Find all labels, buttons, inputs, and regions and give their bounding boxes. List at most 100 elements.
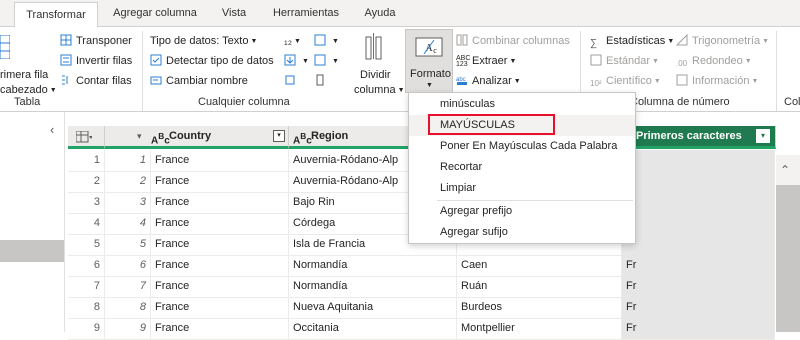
tab-ayuda[interactable]: Ayuda [358, 0, 402, 26]
country-cell[interactable]: France [151, 150, 289, 171]
row-index[interactable]: 5 [68, 234, 105, 255]
country-cell[interactable]: France [151, 255, 289, 276]
menu-item-agregar-prefijo[interactable]: Agregar prefijo [409, 201, 635, 222]
dividir-columna-dropdown[interactable]: columna ▼ [354, 82, 405, 98]
country-cell[interactable]: France [151, 297, 289, 318]
dividir-button[interactable]: Dividir [360, 67, 391, 83]
estandar-dropdown[interactable]: Estándar ▼ [590, 53, 659, 69]
replace-values-button[interactable]: ₁₂ ▼ [284, 33, 301, 49]
row-number-cell[interactable]: 7 [105, 276, 151, 297]
row-number-cell[interactable]: 8 [105, 297, 151, 318]
column-header-primeros-caracteres[interactable]: Primeros caracteres ▾ [622, 126, 776, 149]
combinar-columnas-button[interactable]: Combinar columnas [456, 33, 570, 49]
selected-query[interactable] [0, 240, 64, 262]
menu-item-limpiar[interactable]: Limpiar [409, 178, 635, 199]
scroll-up-icon[interactable]: ⌃ [780, 163, 790, 177]
menu-item-minusculas[interactable]: minúsculas [409, 94, 635, 115]
scroll-thumb[interactable] [776, 185, 800, 332]
region-cell[interactable]: Nueva Aquitania [289, 297, 457, 318]
city-cell[interactable]: Burdeos [457, 297, 622, 318]
analizar-button[interactable]: abc Analizar ▼ [456, 73, 521, 89]
column-dropdown-icon[interactable]: ▾ [273, 130, 285, 142]
column-header-country[interactable]: ▾ ABc Country ▾ [105, 126, 289, 149]
country-header-label: Country [169, 130, 212, 142]
group-label-cut: Col [784, 96, 800, 108]
estandar-label: Estándar [606, 55, 651, 67]
primeros-caracteres-cell[interactable] [622, 171, 775, 192]
city-cell[interactable]: Ruán [457, 276, 622, 297]
country-cell[interactable]: France [151, 234, 289, 255]
country-cell[interactable]: France [151, 171, 289, 192]
row-index[interactable]: 6 [68, 255, 105, 276]
tab-transformar[interactable]: Transformar [14, 2, 98, 28]
region-cell[interactable]: Occitania [289, 318, 457, 339]
redondeo-dropdown[interactable]: .00 Redondeo ▼ [676, 53, 752, 69]
row-number-cell[interactable]: 5 [105, 234, 151, 255]
primeros-caracteres-cell[interactable]: Fr [622, 297, 775, 318]
city-cell[interactable]: Montpellier [457, 318, 622, 339]
invertir-filas-button[interactable]: Invertir filas [60, 53, 132, 69]
rename-icon [150, 74, 162, 86]
country-cell[interactable]: France [151, 318, 289, 339]
menu-item-agregar-sufijo[interactable]: Agregar sufijo [409, 222, 635, 243]
row-number-cell[interactable]: 6 [105, 255, 151, 276]
row-number-cell[interactable]: 1 [105, 150, 151, 171]
informacion-dropdown[interactable]: Información ▼ [676, 73, 758, 89]
filter-dropdown-icon[interactable]: ▾ [137, 126, 142, 146]
country-cell[interactable]: France [151, 276, 289, 297]
transponer-button[interactable]: Transponer [60, 33, 132, 49]
pivot-button[interactable]: ▼ [314, 33, 339, 49]
row-index[interactable]: 8 [68, 297, 105, 318]
tab-herramientas[interactable]: Herramientas [266, 0, 346, 26]
unpivot-button[interactable]: ▼ [314, 53, 339, 69]
fill-button[interactable]: ▼ [284, 53, 309, 69]
extraer-button[interactable]: ABC 123 Extraer ▼ [456, 53, 516, 69]
move-button[interactable] [284, 73, 300, 89]
table-row: 8 8 France Nueva Aquitania Burdeos Fr [68, 297, 775, 319]
contar-filas-label: Contar filas [76, 75, 132, 87]
city-cell[interactable]: Caen [457, 255, 622, 276]
row-index[interactable]: 9 [68, 318, 105, 339]
primeros-caracteres-cell[interactable]: Fr [622, 255, 775, 276]
cambiar-nombre-button[interactable]: Cambiar nombre [150, 73, 248, 89]
row-index[interactable]: 2 [68, 171, 105, 192]
tipo-datos-dropdown[interactable]: Tipo de datos: Texto ▼ [150, 33, 257, 49]
estadisticas-dropdown[interactable]: ∑ Estadísticas ▼ [590, 33, 674, 49]
convert-list-button[interactable] [314, 73, 330, 89]
table-menu-button[interactable] [68, 126, 105, 149]
row-number-cell[interactable]: 3 [105, 192, 151, 213]
trigonometria-dropdown[interactable]: Trigonometría ▼ [675, 33, 769, 49]
column-header-region[interactable]: ABc Region [289, 126, 409, 149]
primeros-caracteres-cell[interactable]: Fr [622, 318, 775, 339]
row-number-cell[interactable]: 2 [105, 171, 151, 192]
vertical-scrollbar[interactable]: ⌃ [776, 155, 800, 332]
row-number-cell[interactable]: 4 [105, 213, 151, 234]
country-cell[interactable]: France [151, 192, 289, 213]
row-index[interactable]: 4 [68, 213, 105, 234]
column-dropdown-icon[interactable]: ▾ [756, 129, 770, 143]
tab-agregar-columna[interactable]: Agregar columna [108, 0, 202, 26]
country-cell[interactable]: France [151, 213, 289, 234]
region-cell[interactable]: Normandía [289, 276, 457, 297]
menu-item-recortar[interactable]: Recortar [409, 157, 635, 178]
primeros-caracteres-cell[interactable] [622, 213, 775, 234]
collapse-chevron-icon[interactable]: ‹ [50, 122, 54, 137]
primeros-caracteres-cell[interactable]: Fr [622, 276, 775, 297]
primera-fila-label[interactable]: rimera fila [0, 67, 48, 83]
row-index[interactable]: 1 [68, 150, 105, 171]
region-cell[interactable]: Normandía [289, 255, 457, 276]
contar-filas-button[interactable]: Contar filas [60, 73, 132, 89]
cientifico-dropdown[interactable]: 10² Científico ▼ [590, 73, 661, 89]
detectar-tipo-button[interactable]: Detectar tipo de datos [150, 53, 274, 69]
primeros-caracteres-cell[interactable] [622, 234, 775, 255]
row-number-cell[interactable]: 9 [105, 318, 151, 339]
row-index[interactable]: 7 [68, 276, 105, 297]
formato-button[interactable]: Ac Formato ▼ [405, 29, 453, 93]
tab-vista[interactable]: Vista [214, 0, 254, 26]
text-type-icon[interactable]: ABc [293, 126, 312, 151]
primeros-caracteres-cell[interactable] [622, 150, 775, 171]
primeros-caracteres-cell[interactable] [622, 192, 775, 213]
row-index[interactable]: 3 [68, 192, 105, 213]
text-type-icon[interactable]: ABc [151, 126, 170, 151]
menu-item-poner-mayusculas[interactable]: Poner En Mayúsculas Cada Palabra [409, 136, 635, 157]
